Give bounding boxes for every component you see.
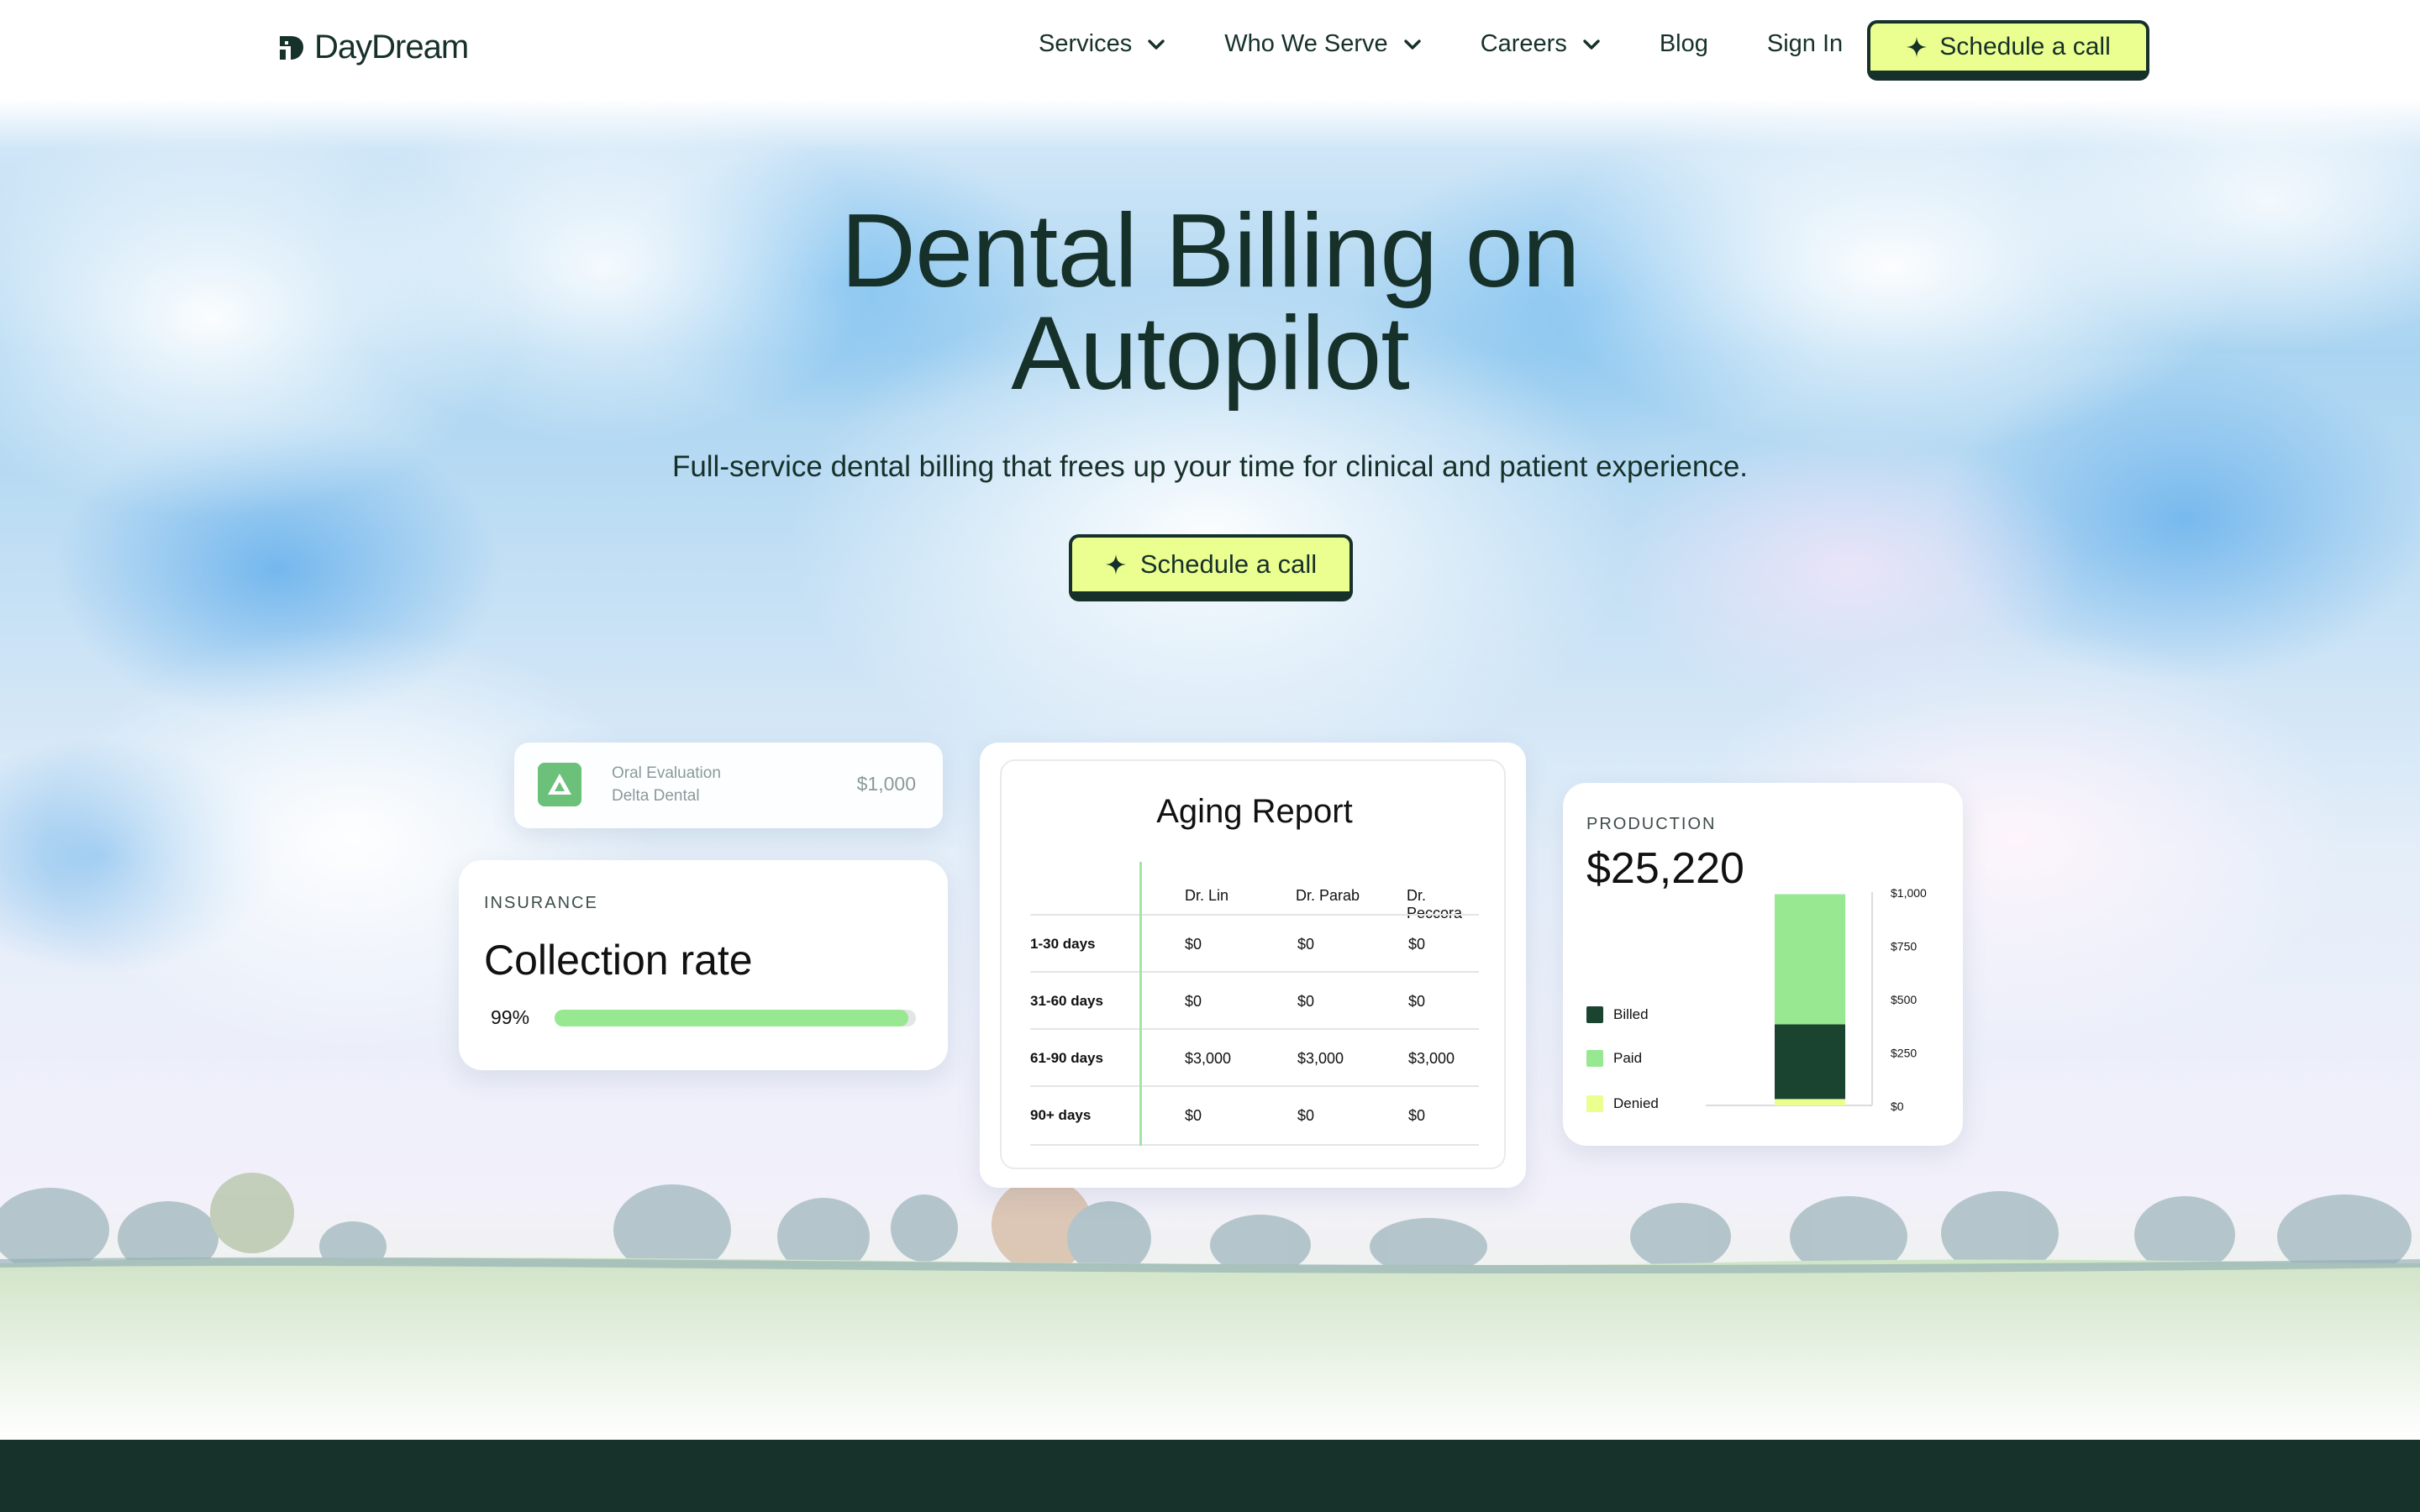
claim-procedure: Oral Evaluation xyxy=(612,764,721,782)
table-column-divider xyxy=(1139,862,1142,1146)
daydream-logo-icon xyxy=(280,35,303,60)
bar-segment-billed xyxy=(1775,1024,1845,1100)
legend-swatch xyxy=(1586,1006,1603,1023)
cell-value: $3,000 xyxy=(1185,1050,1232,1067)
nav-label: Sign In xyxy=(1766,30,1844,57)
production-stacked-bar-chart: $1,000 $750 $500 $250 $0 xyxy=(1706,886,1927,1113)
delta-dental-logo-icon xyxy=(538,763,581,806)
hero-subtitle: Full-service dental billing that frees u… xyxy=(671,450,1749,483)
production-card: PRODUCTION $25,220 Billed Paid Denied $1… xyxy=(1563,783,1963,1146)
nav-item-services[interactable]: Services xyxy=(1039,30,1165,58)
cta-label: Schedule a call xyxy=(1939,33,2111,60)
cta-label: Schedule a call xyxy=(1139,549,1318,579)
row-divider xyxy=(1030,971,1479,973)
hero-title-line-2: Autopilot xyxy=(1011,296,1410,412)
top-nav: DayDream Services Who We Serve Careers B… xyxy=(0,0,2420,99)
aging-report-title: Aging Report xyxy=(1156,793,1353,830)
cell-value: $0 xyxy=(1185,993,1202,1010)
nav-item-careers[interactable]: Careers xyxy=(1481,30,1601,58)
claim-amount: $1,000 xyxy=(856,773,916,795)
y-tick-label: $500 xyxy=(1891,993,1917,1006)
bar-segment-denied xyxy=(1775,1099,1845,1105)
production-eyebrow: PRODUCTION xyxy=(1586,815,1717,833)
claim-payer: Delta Dental xyxy=(612,787,700,805)
schedule-call-button-hero[interactable]: Schedule a call xyxy=(1069,534,1353,601)
nav-item-sign-in[interactable]: Sign In xyxy=(1767,30,1843,58)
legend-swatch xyxy=(1586,1050,1603,1067)
nav-label: Who We Serve xyxy=(1224,30,1388,57)
nav-item-who-we-serve[interactable]: Who We Serve xyxy=(1224,30,1421,58)
row-label: 1-30 days xyxy=(1030,936,1096,952)
row-divider xyxy=(1030,914,1479,916)
nav-label: Careers xyxy=(1480,30,1567,57)
collection-progress-fill xyxy=(555,1010,909,1026)
table-row: 61-90 days $3,000 $3,000 $3,000 xyxy=(1030,1028,1479,1085)
chevron-down-icon xyxy=(1148,39,1165,50)
schedule-call-button-nav[interactable]: Schedule a call xyxy=(1867,20,2149,81)
nav-label: Blog xyxy=(1659,30,1708,57)
row-label: 31-60 days xyxy=(1030,993,1103,1009)
column-header: Dr. Lin xyxy=(1185,887,1229,904)
sparkle-icon xyxy=(1105,554,1126,575)
cell-value: $3,000 xyxy=(1408,1050,1455,1067)
row-label: 61-90 days xyxy=(1030,1050,1103,1066)
collection-percent: 99% xyxy=(491,1006,530,1028)
table-row: 90+ days $0 $0 $0 xyxy=(1030,1085,1479,1142)
cell-value: $0 xyxy=(1408,993,1426,1010)
row-label: 90+ days xyxy=(1030,1107,1092,1123)
nav-label: Services xyxy=(1039,30,1133,57)
row-divider xyxy=(1030,1144,1479,1146)
collection-progress-track xyxy=(555,1010,916,1026)
cell-value: $0 xyxy=(1185,936,1202,953)
cell-value: $0 xyxy=(1408,936,1426,953)
cell-value: $0 xyxy=(1297,1107,1315,1124)
table-row: 1-30 days $0 $0 $0 xyxy=(1030,914,1479,971)
row-divider xyxy=(1030,1085,1479,1087)
cell-value: $3,000 xyxy=(1297,1050,1344,1067)
legend-label: Denied xyxy=(1613,1095,1659,1111)
sparkle-icon xyxy=(1907,37,1928,57)
hero-title-line-1: Dental Billing on xyxy=(840,193,1580,309)
chevron-down-icon xyxy=(1583,39,1600,50)
next-section-band xyxy=(0,1440,2420,1512)
row-divider xyxy=(1030,1028,1479,1030)
chevron-down-icon xyxy=(1403,39,1421,50)
column-header: Dr. Parab xyxy=(1296,887,1360,904)
cell-value: $0 xyxy=(1297,936,1315,953)
y-tick-label: $750 xyxy=(1891,940,1917,953)
aging-report-card: Aging Report Dr. Lin Dr. Parab Dr. Pecco… xyxy=(980,743,1526,1188)
collection-eyebrow: INSURANCE xyxy=(484,894,598,912)
claim-card: Oral Evaluation Delta Dental $1,000 xyxy=(514,743,943,828)
collection-rate-card: INSURANCE Collection rate 99% xyxy=(459,860,948,1070)
brand-logo[interactable]: DayDream xyxy=(277,29,469,66)
bar-segment-paid xyxy=(1775,894,1845,1025)
collection-title: Collection rate xyxy=(484,937,753,984)
brand-name: DayDream xyxy=(314,29,469,66)
y-tick-label: $0 xyxy=(1891,1100,1904,1113)
table-row: 31-60 days $0 $0 $0 xyxy=(1030,971,1479,1028)
cell-value: $0 xyxy=(1297,993,1315,1010)
legend-swatch xyxy=(1586,1095,1603,1112)
aging-report-panel: Aging Report Dr. Lin Dr. Parab Dr. Pecco… xyxy=(1000,759,1506,1169)
y-tick-label: $250 xyxy=(1891,1047,1917,1060)
y-tick-label: $1,000 xyxy=(1891,886,1927,900)
main-menu: Services Who We Serve Careers Blog Sign … xyxy=(1039,30,1902,58)
nav-item-blog[interactable]: Blog xyxy=(1660,30,1708,58)
legend-label: Paid xyxy=(1613,1050,1643,1066)
cell-value: $0 xyxy=(1185,1107,1202,1124)
hero-title: Dental Billing on Autopilot xyxy=(0,193,2420,412)
legend-label: Billed xyxy=(1613,1006,1649,1022)
cell-value: $0 xyxy=(1408,1107,1426,1124)
